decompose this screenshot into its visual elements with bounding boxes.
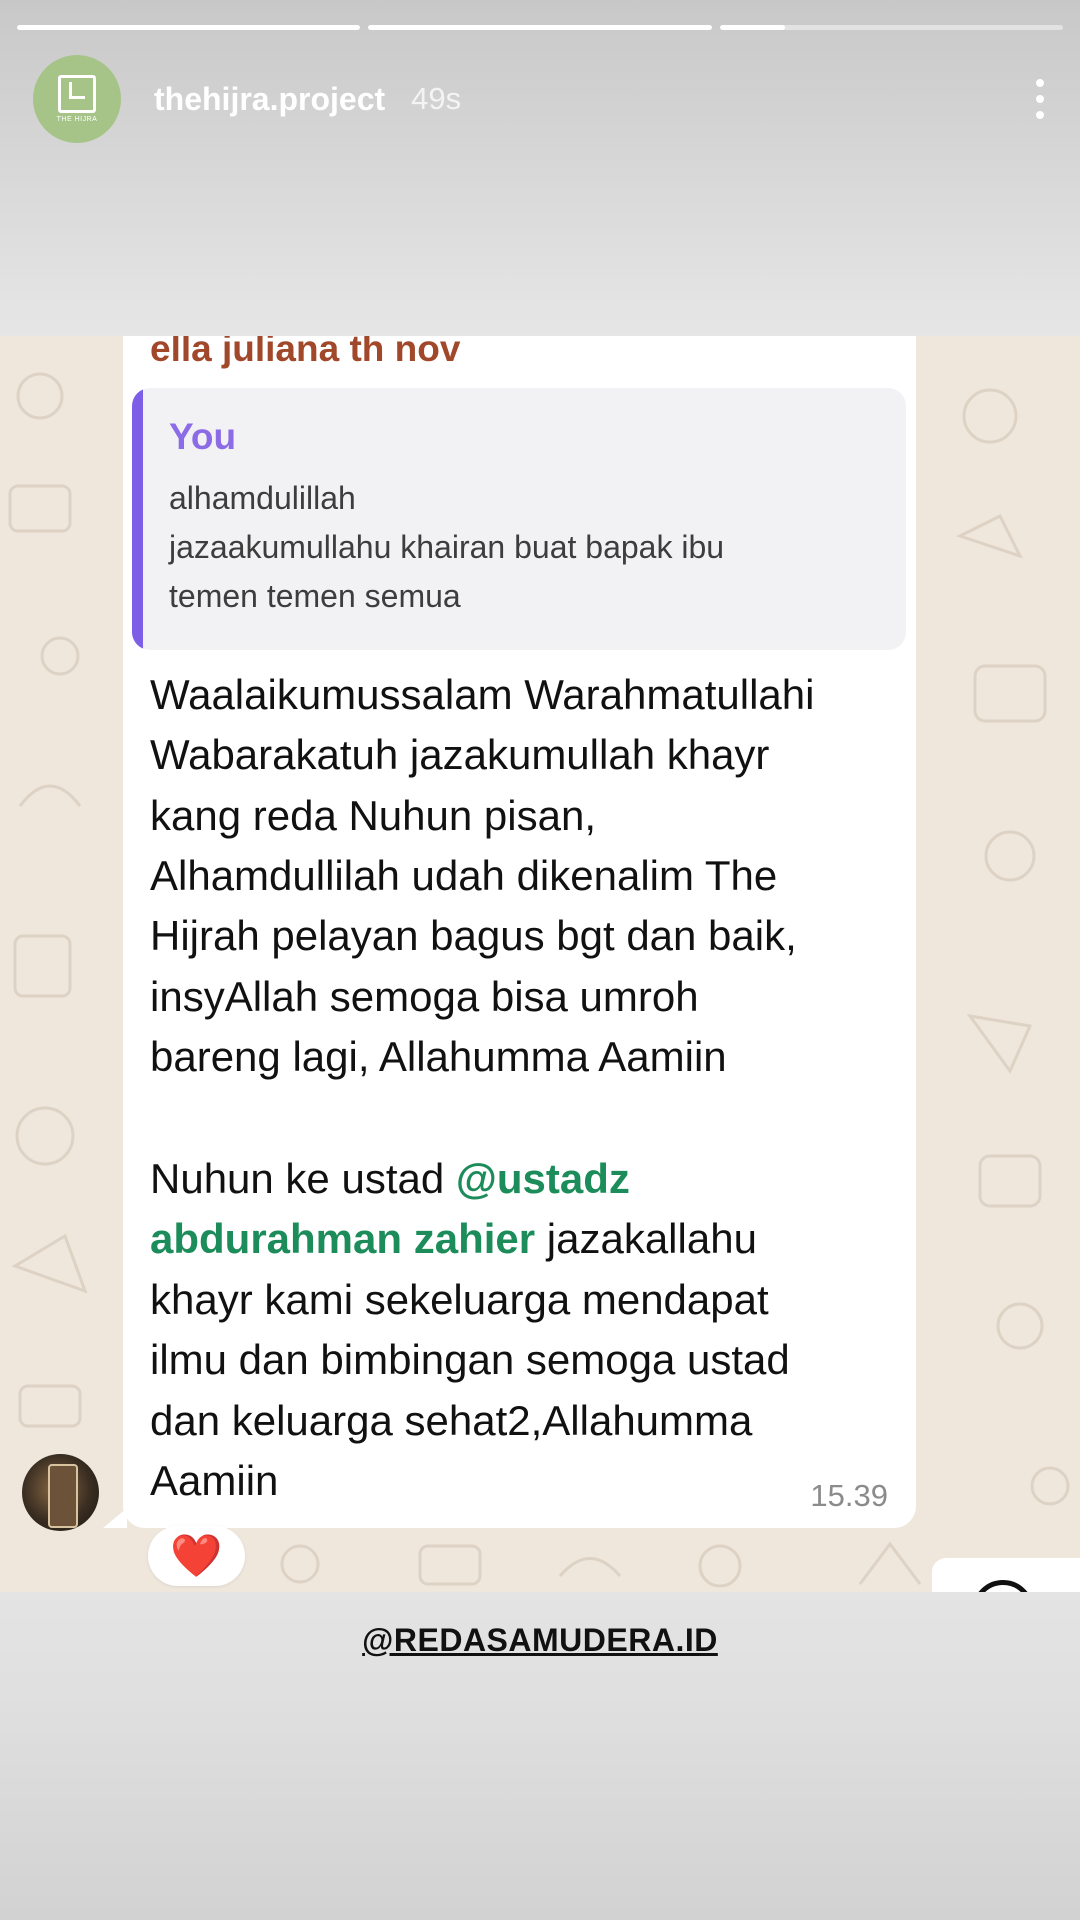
account-username[interactable]: thehijra.project: [154, 81, 385, 118]
watermark-handle[interactable]: @REDASAMUDERA.ID: [0, 1622, 1080, 1659]
message-line: Aamiin: [150, 1457, 279, 1504]
story-header: THE HIJRA thehijra.project 49s: [33, 54, 1060, 144]
message-line: kang reda Nuhun pisan,: [150, 792, 596, 839]
message-line: Hijrah pelayan bagus bgt dan baik,: [150, 912, 797, 959]
quote-line: temen temen semua: [169, 578, 461, 614]
hijra-logo-icon: [58, 75, 96, 113]
user-mention[interactable]: abdurahman zahier: [150, 1215, 535, 1262]
story-progress-segment: [368, 25, 712, 30]
message-timestamp: 15.39: [810, 1478, 888, 1513]
story-progress-segment: [719, 25, 1063, 30]
message-line: insyAllah semoga bisa umroh: [150, 973, 699, 1020]
message-line: khayr kami sekeluarga mendapat: [150, 1276, 769, 1323]
message-line: Nuhun ke ustad @ustadz: [150, 1158, 630, 1200]
message-line: ilmu dan bimbingan semoga ustad: [150, 1336, 790, 1383]
story-progress-fill: [719, 25, 785, 30]
logo-text: THE HIJRA: [56, 116, 98, 123]
quoted-reply[interactable]: You alhamdulillah jazaakumullahu khairan…: [132, 388, 906, 650]
story-progress-bar: [17, 25, 1063, 30]
story-progress-segment: [17, 25, 361, 30]
message-line: Waalaikumussalam Warahmatullahi: [150, 671, 815, 718]
chat-screenshot: ella juliana th nov You alhamdulillah ja…: [0, 336, 1080, 1592]
quote-line: jazaakumullahu khairan buat bapak ibu: [169, 529, 725, 565]
bubble-tail: [103, 1508, 127, 1528]
account-avatar[interactable]: THE HIJRA: [33, 55, 121, 143]
story-progress-fill: [17, 25, 361, 30]
message-line: Alhamdullilah udah dikenalim The: [150, 852, 778, 899]
quote-line: alhamdulillah: [169, 480, 356, 516]
sender-name: ella juliana th nov: [150, 336, 461, 369]
message-line: Wabarakatuh jazakumullah khayr: [150, 731, 770, 778]
sender-avatar[interactable]: [22, 1454, 99, 1531]
story-progress-fill: [368, 25, 712, 30]
message-text: jazakallahu: [535, 1215, 757, 1262]
quote-author: You: [169, 416, 237, 457]
message-text: Nuhun ke ustad: [150, 1155, 456, 1202]
user-mention[interactable]: @ustadz: [456, 1155, 630, 1202]
quote-accent-bar: [132, 388, 143, 650]
message-bubble[interactable]: ella juliana th nov You alhamdulillah ja…: [123, 336, 916, 1528]
heart-reaction-icon[interactable]: ❤️: [148, 1526, 245, 1586]
more-options-icon[interactable]: [1020, 69, 1060, 129]
story-time-ago: 49s: [411, 81, 462, 116]
chevron-down-icon: [972, 1580, 1034, 1592]
message-line: abdurahman zahier jazakallahu: [150, 1218, 757, 1260]
message-line: bareng lagi, Allahumma Aamiin: [150, 1033, 727, 1080]
scroll-down-widget[interactable]: [932, 1558, 1080, 1592]
message-line: dan keluarga sehat2,Allahumma: [150, 1397, 753, 1444]
